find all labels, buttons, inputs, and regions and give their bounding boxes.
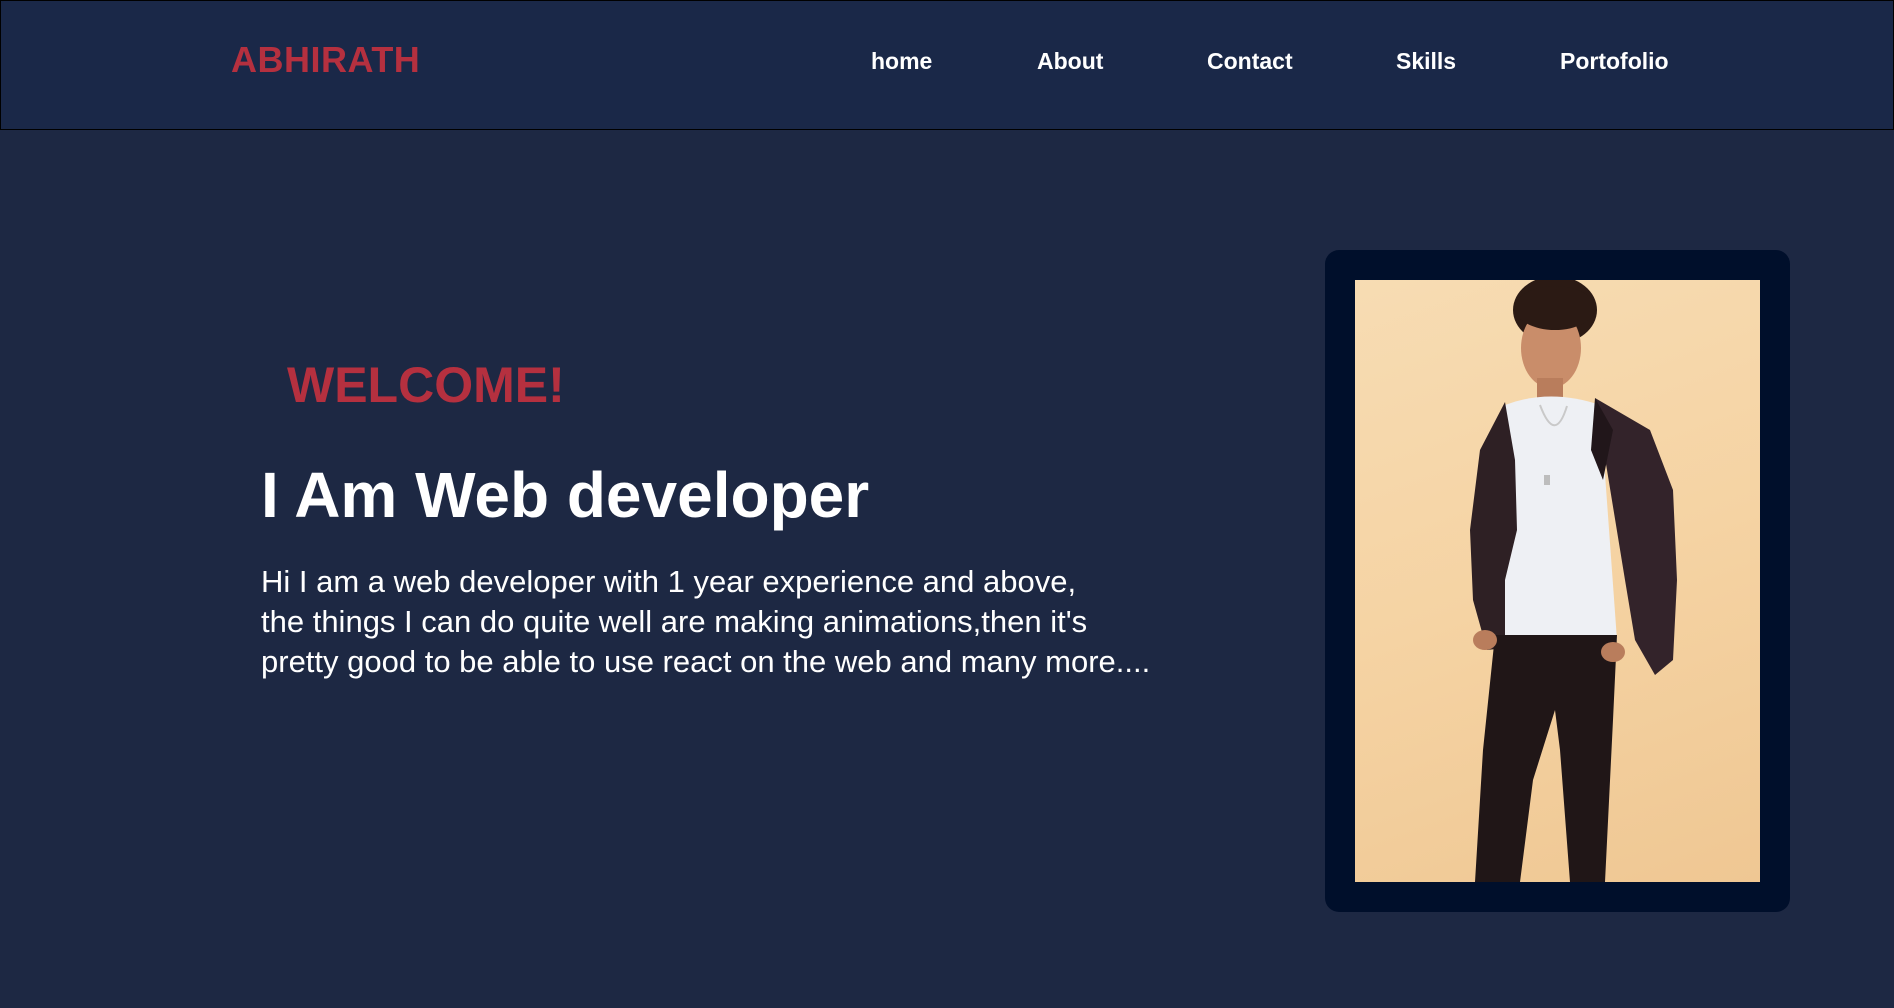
nav-link-contact[interactable]: Contact: [1207, 48, 1293, 75]
person-illustration: [1470, 280, 1677, 882]
nav-link-skills[interactable]: Skills: [1396, 48, 1456, 75]
nav-link-portfolio[interactable]: Portofolio: [1560, 48, 1669, 75]
hero-headline: I Am Web developer: [261, 459, 870, 531]
welcome-heading: WELCOME!: [287, 357, 565, 413]
intro-line: the things I can do quite well are makin…: [261, 604, 1088, 639]
logo[interactable]: ABHIRATH: [231, 39, 420, 81]
intro-line: Hi I am a web developer with 1 year expe…: [261, 564, 1077, 599]
intro-line: pretty good to be able to use react on t…: [261, 644, 1151, 679]
nav-link-home[interactable]: home: [871, 48, 932, 75]
nav-link-about[interactable]: About: [1037, 48, 1103, 75]
hero-intro: Hi I am a web developer with 1 year expe…: [261, 562, 1241, 682]
navbar: ABHIRATH home About Contact Skills Porto…: [0, 0, 1894, 130]
profile-photo-frame: [1325, 250, 1790, 912]
profile-photo: [1355, 280, 1760, 882]
